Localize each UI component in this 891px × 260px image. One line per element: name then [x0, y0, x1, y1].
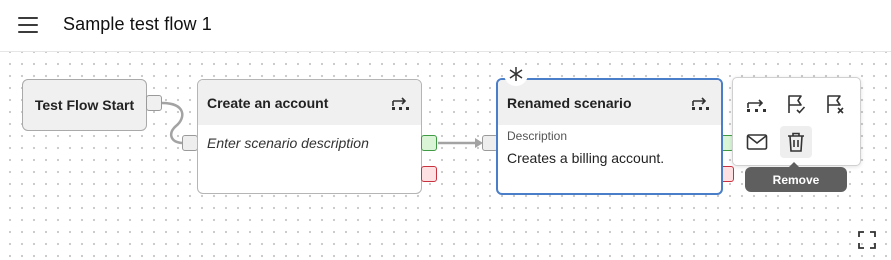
- node-action-toolbar: [732, 77, 861, 166]
- app-header: Sample test flow 1: [0, 0, 891, 52]
- description-placeholder[interactable]: Enter scenario description: [207, 135, 369, 151]
- scenario-node-create-account[interactable]: Create an account Enter scenario descrip…: [197, 79, 422, 194]
- fullscreen-icon[interactable]: [857, 230, 877, 250]
- flag-x-icon: [827, 95, 844, 114]
- scenario-flow-icon: [392, 97, 409, 110]
- start-node[interactable]: Test Flow Start: [22, 79, 147, 131]
- node-header: Create an account: [198, 80, 421, 125]
- remove-tooltip: Remove: [745, 167, 847, 192]
- start-node-label: Test Flow Start: [34, 97, 135, 113]
- failure-output-port[interactable]: [421, 166, 437, 182]
- page-title: Sample test flow 1: [63, 14, 212, 34]
- scenario-flow-button[interactable]: [741, 88, 773, 120]
- start-output-port[interactable]: [146, 95, 162, 111]
- description-label: Description: [507, 129, 568, 143]
- hamburger-menu-icon[interactable]: [18, 16, 40, 34]
- node-title: Create an account: [207, 95, 329, 111]
- asterisk-icon: [504, 62, 528, 86]
- remove-button[interactable]: [780, 126, 812, 158]
- trash-icon: [788, 132, 804, 152]
- scenario-flow-icon: [692, 97, 709, 110]
- description-text[interactable]: Creates a billing account.: [507, 150, 664, 166]
- scenario-node-renamed[interactable]: Renamed scenario Description Creates a b…: [496, 78, 723, 195]
- mail-button[interactable]: [741, 126, 773, 158]
- flag-check-button[interactable]: [780, 88, 812, 120]
- node-input-port[interactable]: [182, 135, 198, 151]
- success-output-port[interactable]: [421, 135, 437, 151]
- node-title: Renamed scenario: [507, 95, 632, 111]
- scenario-flow-icon: [747, 99, 766, 112]
- flag-check-icon: [788, 95, 806, 114]
- mail-icon: [746, 134, 768, 150]
- flag-x-button[interactable]: [819, 88, 851, 120]
- node-header: Renamed scenario: [498, 80, 721, 125]
